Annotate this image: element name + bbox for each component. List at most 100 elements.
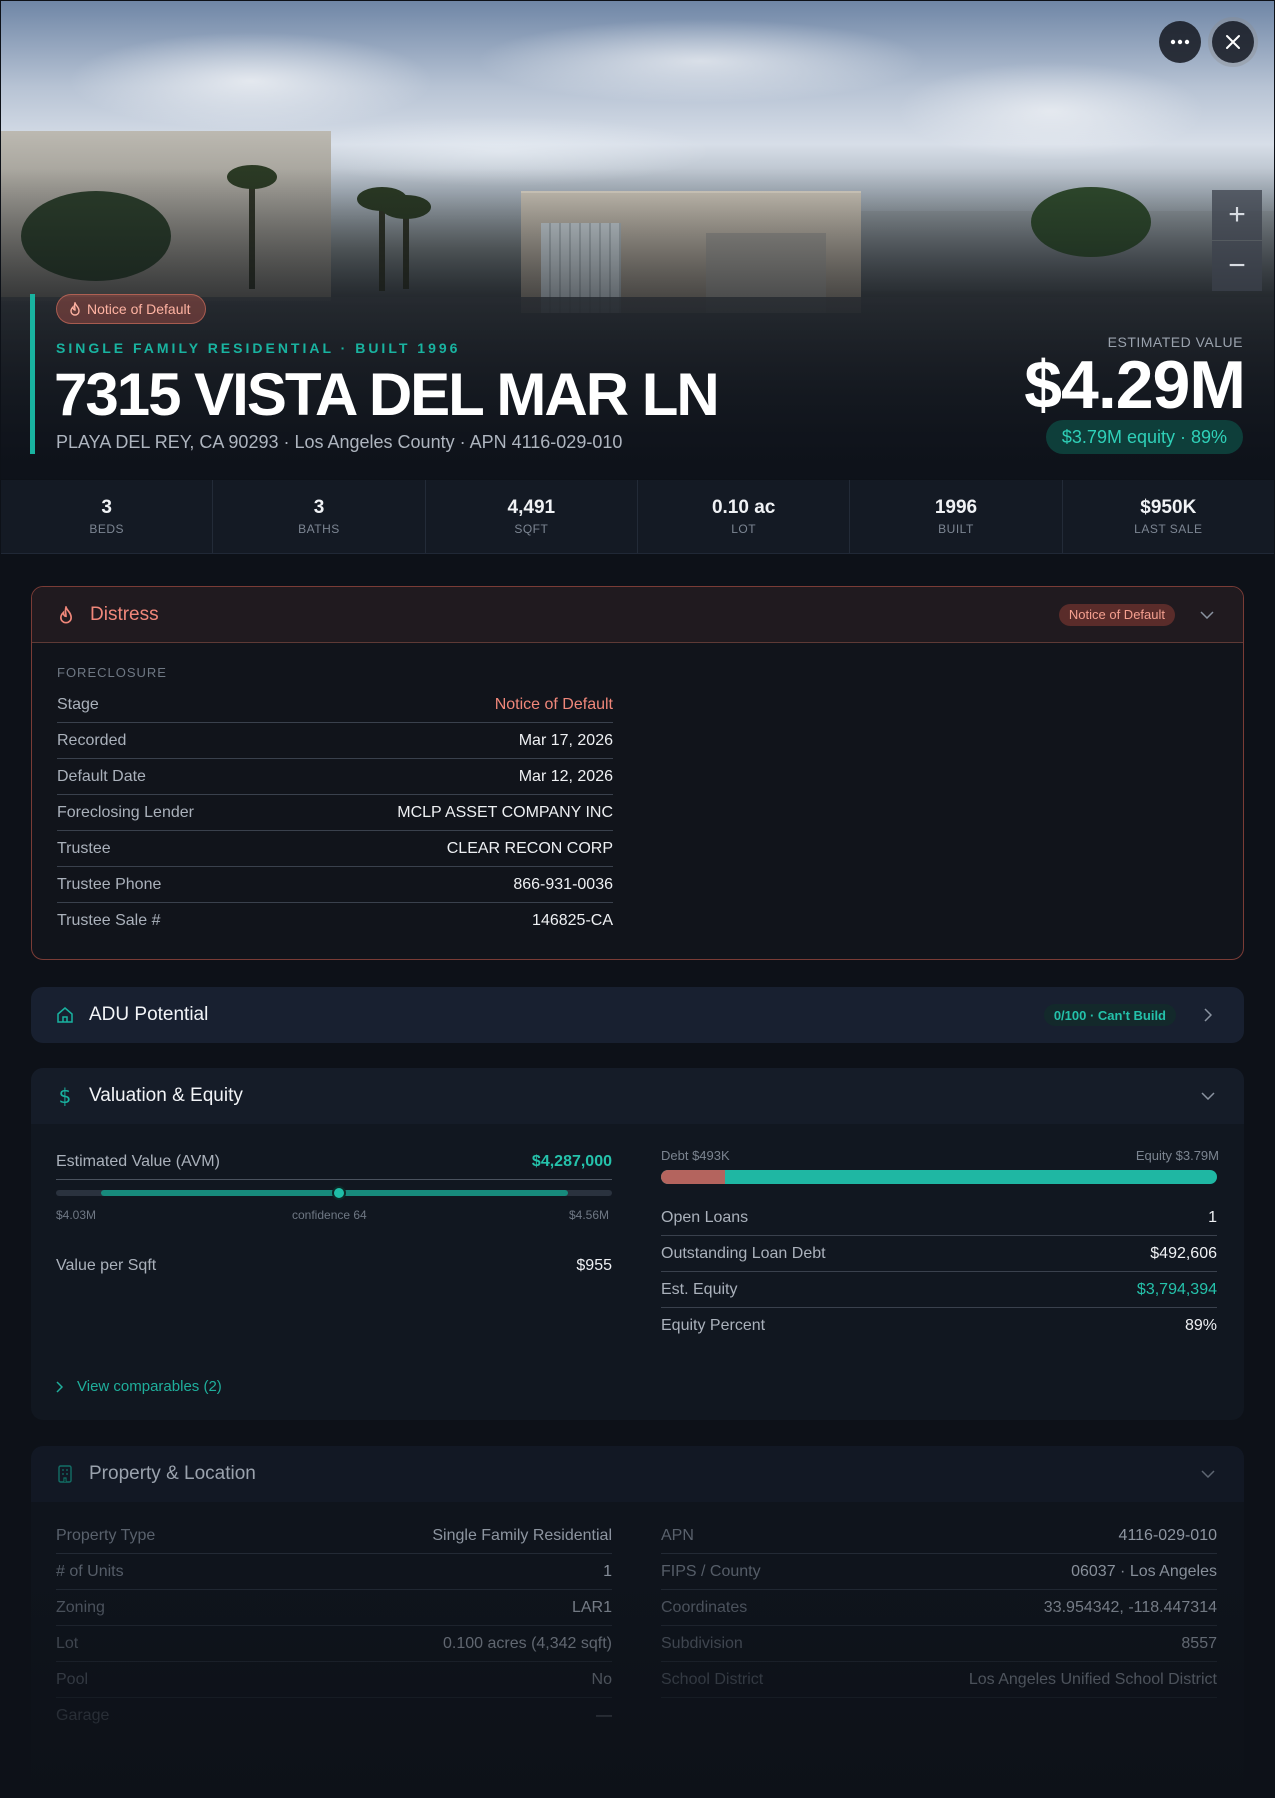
property-title: Property & Location — [89, 1463, 256, 1484]
range-marker — [332, 1186, 346, 1200]
flame-icon — [70, 302, 80, 316]
row-value: 146825-CA — [532, 912, 613, 929]
row-label: Outstanding Loan Debt — [661, 1244, 826, 1262]
row-value: — — [596, 1707, 612, 1724]
row-label: # of Units — [56, 1562, 124, 1580]
equity-label: Equity $3.79M — [1135, 1148, 1219, 1163]
row-value: 33.954342, -118.447314 — [1043, 1598, 1217, 1616]
stat-sqft: 4,491 SQFT — [426, 480, 638, 553]
row-label: Garage — [56, 1707, 110, 1724]
debt-label: Debt $493K — [661, 1148, 730, 1163]
prop-row-school-district: School District Los Angeles Unified Schoo… — [661, 1662, 1217, 1698]
distress-row-lender: Foreclosing Lender MCLP ASSET COMPANY INC — [57, 795, 613, 831]
adu-header[interactable]: ADU Potential 0/100 · Can't Build — [31, 987, 1244, 1043]
more-button[interactable] — [1159, 21, 1201, 63]
stat-label: LOT — [731, 522, 757, 536]
row-label: Value per Sqft — [56, 1257, 157, 1274]
row-label: Foreclosing Lender — [57, 803, 194, 821]
row-label: Stage — [57, 695, 99, 713]
row-value: 06037 · Los Angeles — [1071, 1562, 1217, 1580]
distress-header[interactable]: Distress Notice of Default — [32, 587, 1243, 643]
status-badge: Notice of Default — [56, 294, 206, 324]
row-value: Notice of Default — [494, 695, 613, 713]
valuation-card: $ Valuation & Equity Estimated Value (AV… — [31, 1068, 1244, 1420]
chevron-down-icon[interactable] — [1196, 1462, 1220, 1486]
range-high: $4.56M — [569, 1208, 610, 1222]
row-value: Mar 17, 2026 — [518, 731, 613, 749]
stat-value: 3 — [313, 497, 325, 518]
row-label: School District — [661, 1670, 764, 1688]
row-value: 1 — [1208, 1208, 1217, 1226]
accent-bar — [30, 294, 35, 454]
row-value: 8557 — [1181, 1634, 1217, 1652]
row-value: Single Family Residential — [432, 1526, 612, 1544]
row-value: CLEAR RECON CORP — [446, 839, 613, 857]
debt-fill — [661, 1170, 725, 1184]
row-value: 866-931-0036 — [513, 875, 613, 893]
distress-row-trustee: Trustee CLEAR RECON CORP — [57, 831, 613, 867]
foreclosure-label: FORECLOSURE — [57, 665, 167, 680]
prop-row-subdivision: Subdivision 8557 — [661, 1626, 1217, 1662]
row-value: 89% — [1184, 1317, 1217, 1334]
row-label: Subdivision — [661, 1634, 743, 1652]
row-value: $492,606 — [1150, 1244, 1217, 1262]
view-comparables-link[interactable]: View comparables (2) — [56, 1378, 222, 1395]
chevron-down-icon[interactable] — [1196, 1084, 1220, 1108]
dollar-icon: $ — [58, 1084, 72, 1108]
row-label: Lot — [56, 1634, 79, 1652]
distress-row-default-date: Default Date Mar 12, 2026 — [57, 759, 613, 795]
row-value: MCLP ASSET COMPANY INC — [397, 803, 613, 821]
row-label: Trustee — [57, 839, 111, 857]
row-label: Est. Equity — [661, 1280, 738, 1298]
prop-row-fips: FIPS / County 06037 · Los Angeles — [661, 1554, 1217, 1590]
ppsf-row: Value per Sqft $955 — [56, 1248, 612, 1284]
stat-label: BUILT — [938, 522, 974, 536]
row-value: 1 — [603, 1562, 612, 1580]
row-value: 0.100 acres (4,342 sqft) — [443, 1634, 612, 1652]
range-confidence: confidence 64 — [292, 1208, 367, 1222]
close-button[interactable] — [1212, 21, 1254, 63]
row-value: Los Angeles Unified School District — [968, 1670, 1217, 1688]
flame-icon — [56, 605, 76, 625]
row-label: Estimated Value (AVM) — [56, 1152, 220, 1170]
property-card: Property & Location Property Type Single … — [31, 1446, 1244, 1798]
row-value: Mar 12, 2026 — [518, 767, 613, 785]
prop-row-apn: APN 4116-029-010 — [661, 1518, 1217, 1554]
stat-value: 1996 — [934, 497, 978, 518]
prop-row-lot: Lot 0.100 acres (4,342 sqft) — [56, 1626, 612, 1662]
prop-row-type: Property Type Single Family Residential — [56, 1518, 612, 1554]
valuation-header[interactable]: $ Valuation & Equity — [31, 1068, 1244, 1124]
estimated-value: $4.29M — [1024, 347, 1246, 423]
zoom-in-button[interactable]: + — [1212, 190, 1262, 240]
zoom-out-button[interactable]: − — [1212, 241, 1262, 291]
row-label: Property Type — [56, 1526, 156, 1544]
more-horizontal-icon — [1170, 39, 1190, 45]
stat-label: BEDS — [89, 522, 124, 536]
chevron-right-icon[interactable] — [1196, 1003, 1220, 1027]
row-label: Zoning — [56, 1598, 105, 1616]
stat-label: SQFT — [514, 522, 549, 536]
row-label: Trustee Phone — [57, 875, 162, 893]
open-loans-row: Open Loans 1 — [661, 1200, 1217, 1236]
chevron-down-icon[interactable] — [1195, 603, 1219, 627]
row-label: FIPS / County — [661, 1562, 761, 1580]
prop-row-coordinates: Coordinates 33.954342, -118.447314 — [661, 1590, 1217, 1626]
page-title: 7315 VISTA DEL MAR LN — [54, 361, 720, 428]
property-type-eyebrow: SINGLE FAMILY RESIDENTIAL · BUILT 1996 — [56, 340, 461, 356]
debt-equity-bar — [661, 1170, 1217, 1184]
distress-row-sale-number: Trustee Sale # 146825-CA — [57, 903, 613, 939]
adu-title: ADU Potential — [89, 1004, 209, 1025]
row-value: LAR1 — [571, 1598, 612, 1616]
stat-value: $950K — [1140, 497, 1197, 518]
adu-card[interactable]: ADU Potential 0/100 · Can't Build — [31, 987, 1244, 1043]
property-header[interactable]: Property & Location — [31, 1446, 1244, 1502]
close-icon — [1226, 35, 1240, 49]
prop-row-zoning: Zoning LAR1 — [56, 1590, 612, 1626]
distress-row-recorded: Recorded Mar 17, 2026 — [57, 723, 613, 759]
row-label: Trustee Sale # — [57, 912, 161, 929]
row-label: Default Date — [57, 767, 146, 785]
row-label: Equity Percent — [661, 1317, 766, 1334]
stat-label: BATHS — [298, 522, 340, 536]
distress-row-stage: Stage Notice of Default — [57, 687, 613, 723]
avm-row: Estimated Value (AVM) $4,287,000 — [56, 1144, 612, 1180]
